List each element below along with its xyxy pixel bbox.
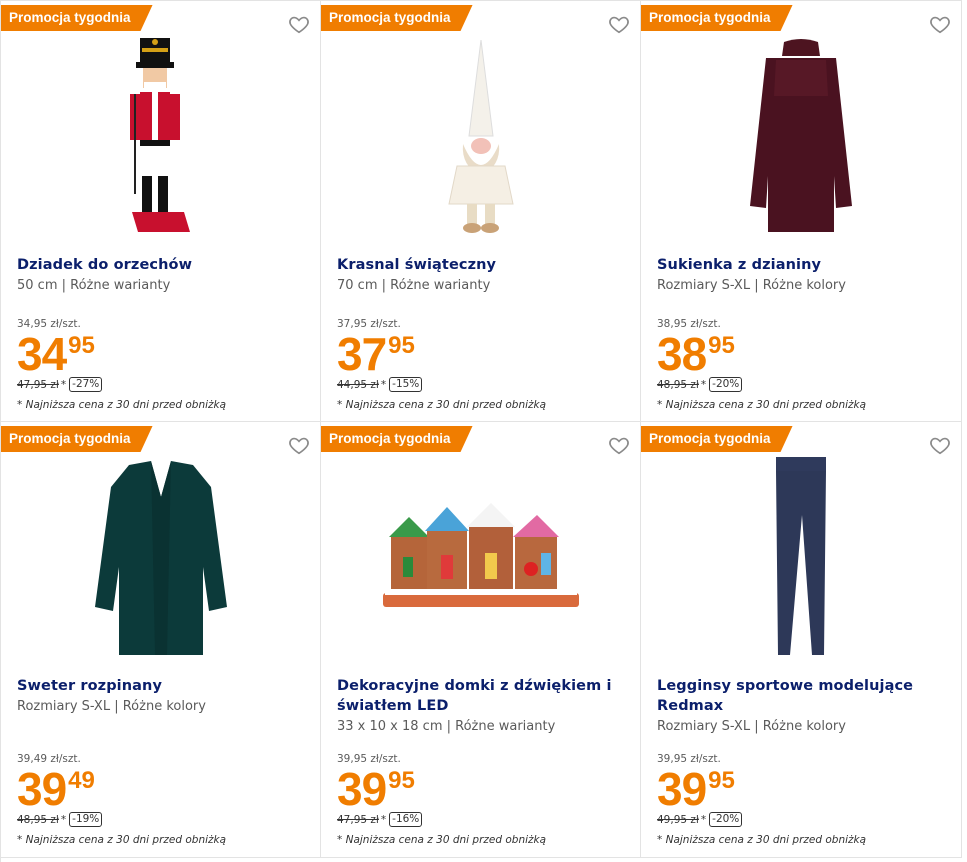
old-price-line: 47,95 zł * -16% bbox=[337, 812, 546, 827]
price-block: 37,95 zł/szt. 37 95 44,95 zł * -15% * Na… bbox=[337, 317, 546, 411]
lowest-price-note: * Najniższa cena z 30 dni przed obniżką bbox=[17, 834, 227, 846]
discount-badge: -16% bbox=[389, 812, 423, 827]
lowest-price-note: * Najniższa cena z 30 dni przed obniżką bbox=[337, 399, 547, 411]
promo-badge: Promocja tygodnia bbox=[321, 5, 473, 31]
old-price-line: 49,95 zł * -20% bbox=[657, 812, 866, 827]
lowest-price-note: * Najniższa cena z 30 dni przed obniżką bbox=[657, 834, 867, 846]
promo-badge: Promocja tygodnia bbox=[1, 5, 153, 31]
product-title[interactable]: Dziadek do orzechów bbox=[17, 255, 310, 275]
discount-badge: -15% bbox=[389, 377, 423, 392]
lowest-price-note: * Najniższa cena z 30 dni przed obniżką bbox=[17, 399, 227, 411]
product-info: Legginsy sportowe modelujące Redmax Rozm… bbox=[657, 676, 951, 736]
product-subtitle: Rozmiary S-XL | Różne kolory bbox=[657, 719, 846, 734]
price-integer: 39 bbox=[337, 763, 387, 815]
product-card[interactable]: Promocja tygodnia Dziadek do orzechów 50… bbox=[1, 0, 321, 422]
old-price-star: * bbox=[700, 378, 707, 391]
current-price: 38 95 bbox=[657, 331, 866, 377]
old-price-line: 47,95 zł * -27% bbox=[17, 377, 226, 392]
price-integer: 39 bbox=[17, 763, 67, 815]
price-integer: 39 bbox=[657, 763, 707, 815]
discount-badge: -19% bbox=[69, 812, 103, 827]
current-price: 39 95 bbox=[657, 766, 866, 812]
discount-badge: -20% bbox=[709, 812, 743, 827]
product-info: Krasnal świąteczny 70 cm | Różne wariant… bbox=[337, 255, 630, 295]
discount-badge: -27% bbox=[69, 377, 103, 392]
cardigan-sweater-image bbox=[94, 461, 227, 655]
product-subtitle: Rozmiary S-XL | Różne kolory bbox=[17, 699, 206, 714]
promo-badge: Promocja tygodnia bbox=[1, 426, 153, 452]
knit-dress-image bbox=[750, 39, 852, 232]
old-price: 47,95 zł bbox=[337, 813, 379, 826]
product-image[interactable] bbox=[641, 31, 961, 241]
current-price: 39 49 bbox=[17, 766, 226, 812]
current-price: 34 95 bbox=[17, 331, 226, 377]
product-info: Sweter rozpinany Rozmiary S-XL | Różne k… bbox=[17, 676, 310, 716]
price-block: 38,95 zł/szt. 38 95 48,95 zł * -20% * Na… bbox=[657, 317, 866, 411]
old-price-star: * bbox=[380, 378, 387, 391]
product-info: Dziadek do orzechów 50 cm | Różne warian… bbox=[17, 255, 310, 295]
old-price-star: * bbox=[380, 813, 387, 826]
old-price-line: 44,95 zł * -15% bbox=[337, 377, 546, 392]
promo-badge: Promocja tygodnia bbox=[321, 426, 473, 452]
product-card[interactable]: Promocja tygodnia Krasnal świąteczny 70 … bbox=[321, 0, 641, 422]
current-price: 39 95 bbox=[337, 766, 546, 812]
old-price: 49,95 zł bbox=[657, 813, 699, 826]
product-subtitle: 33 x 10 x 18 cm | Różne warianty bbox=[337, 719, 556, 734]
price-decimal: 95 bbox=[388, 332, 415, 359]
lowest-price-note: * Najniższa cena z 30 dni przed obniżką bbox=[657, 399, 867, 411]
old-price-star: * bbox=[60, 813, 67, 826]
old-price-star: * bbox=[60, 378, 67, 391]
product-title[interactable]: Sweter rozpinany bbox=[17, 676, 310, 696]
price-decimal: 95 bbox=[68, 332, 95, 359]
discount-badge: -20% bbox=[709, 377, 743, 392]
product-title[interactable]: Krasnal świąteczny bbox=[337, 255, 630, 275]
product-card[interactable]: Promocja tygodnia Sukienka z dzianiny Ro… bbox=[641, 0, 962, 422]
current-price: 37 95 bbox=[337, 331, 546, 377]
old-price: 47,95 zł bbox=[17, 378, 59, 391]
price-integer: 37 bbox=[337, 328, 387, 380]
product-card[interactable]: Promocja tygodnia Sweter rozpinany Rozmi… bbox=[1, 422, 321, 858]
promo-badge: Promocja tygodnia bbox=[641, 5, 793, 31]
price-block: 34,95 zł/szt. 34 95 47,95 zł * -27% * Na… bbox=[17, 317, 226, 411]
product-subtitle: 50 cm | Różne warianty bbox=[17, 278, 171, 293]
christmas-gnome-image bbox=[447, 39, 514, 233]
product-subtitle: Rozmiary S-XL | Różne kolory bbox=[657, 278, 846, 293]
price-decimal: 49 bbox=[68, 767, 95, 794]
product-image[interactable] bbox=[321, 452, 640, 662]
product-card[interactable]: Promocja tygodnia Legginsy sportowe mode… bbox=[641, 422, 962, 858]
product-info: Dekoracyjne domki z dźwiękiem i światłem… bbox=[337, 676, 630, 736]
old-price-line: 48,95 zł * -20% bbox=[657, 377, 866, 392]
price-decimal: 95 bbox=[388, 767, 415, 794]
old-price: 48,95 zł bbox=[657, 378, 699, 391]
lowest-price-note: * Najniższa cena z 30 dni przed obniżką bbox=[337, 834, 547, 846]
nutcracker-figure-image bbox=[129, 38, 190, 232]
price-block: 39,49 zł/szt. 39 49 48,95 zł * -19% * Na… bbox=[17, 752, 226, 846]
product-image[interactable] bbox=[1, 452, 320, 662]
price-block: 39,95 zł/szt. 39 95 49,95 zł * -20% * Na… bbox=[657, 752, 866, 846]
product-title[interactable]: Dekoracyjne domki z dźwiękiem i światłem… bbox=[337, 676, 630, 716]
product-title[interactable]: Sukienka z dzianiny bbox=[657, 255, 951, 275]
product-info: Sukienka z dzianiny Rozmiary S-XL | Różn… bbox=[657, 255, 951, 295]
product-image[interactable] bbox=[321, 31, 640, 241]
product-title[interactable]: Legginsy sportowe modelujące Redmax bbox=[657, 676, 951, 716]
leggings-image bbox=[776, 457, 826, 655]
product-subtitle: 70 cm | Różne warianty bbox=[337, 278, 491, 293]
price-integer: 34 bbox=[17, 328, 67, 380]
old-price-star: * bbox=[700, 813, 707, 826]
price-decimal: 95 bbox=[708, 332, 735, 359]
price-decimal: 95 bbox=[708, 767, 735, 794]
price-integer: 38 bbox=[657, 328, 707, 380]
old-price: 48,95 zł bbox=[17, 813, 59, 826]
decorative-houses-image bbox=[382, 503, 579, 607]
product-image[interactable] bbox=[1, 31, 320, 241]
product-card[interactable]: Promocja tygodnia Dekoracyjne domki z dź… bbox=[321, 422, 641, 858]
old-price-line: 48,95 zł * -19% bbox=[17, 812, 226, 827]
price-block: 39,95 zł/szt. 39 95 47,95 zł * -16% * Na… bbox=[337, 752, 546, 846]
promo-badge: Promocja tygodnia bbox=[641, 426, 793, 452]
old-price: 44,95 zł bbox=[337, 378, 379, 391]
product-grid: Promocja tygodnia Dziadek do orzechów 50… bbox=[0, 0, 967, 862]
product-image[interactable] bbox=[641, 452, 961, 662]
